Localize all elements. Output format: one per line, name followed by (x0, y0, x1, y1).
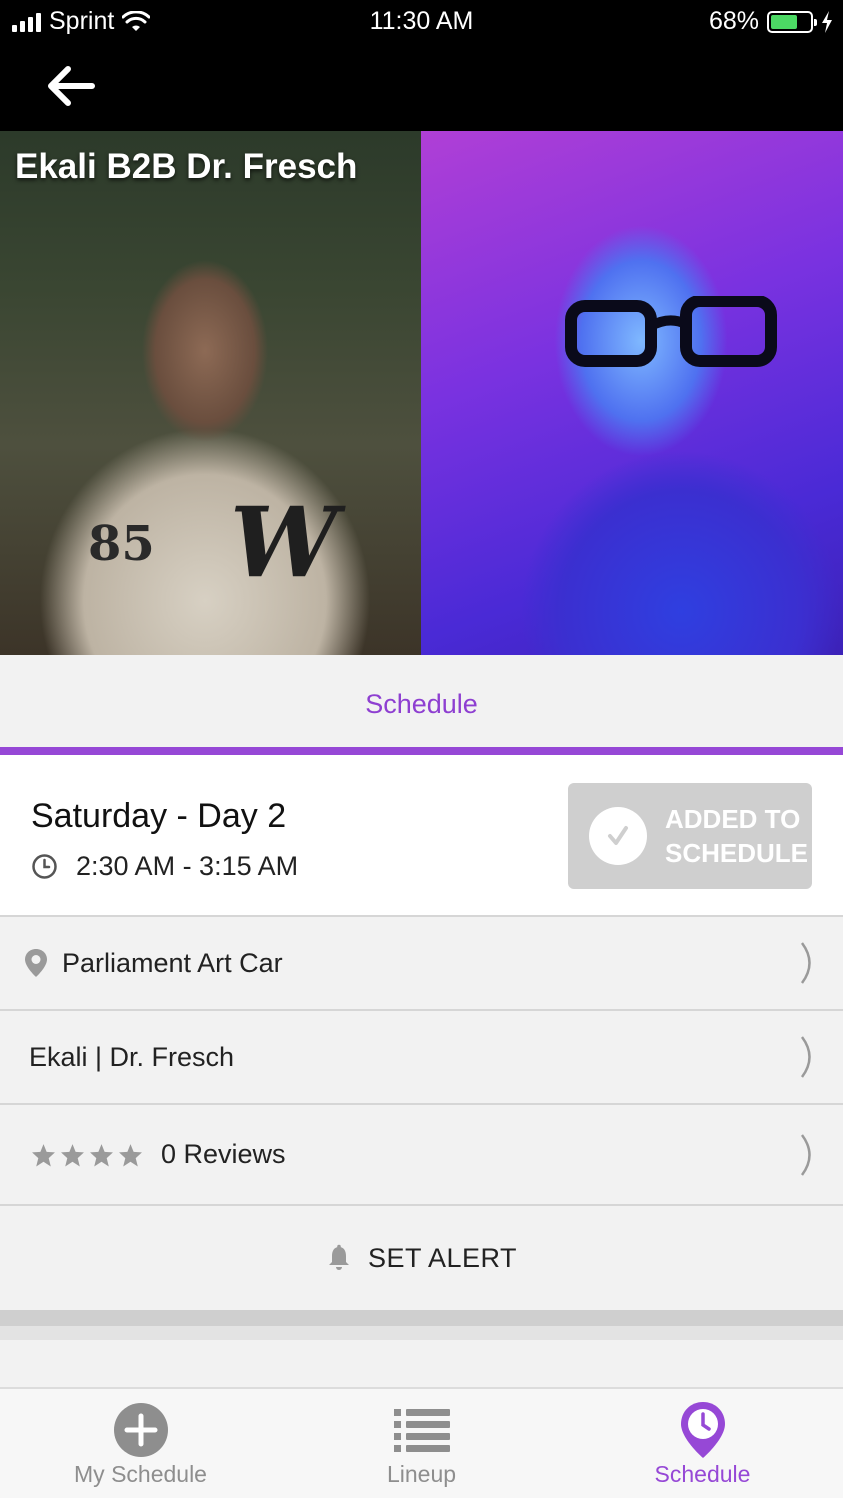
session-day: Saturday - Day 2 (31, 797, 287, 835)
star-rating (31, 1143, 143, 1167)
jersey-letter-graphic: W (230, 486, 338, 599)
set-alert-button[interactable]: SET ALERT (0, 1206, 843, 1310)
glasses-graphic (565, 296, 777, 367)
section-divider (0, 1310, 843, 1326)
content-filler (0, 1340, 843, 1387)
tab-lineup[interactable]: Lineup (281, 1389, 562, 1498)
checkmark-icon (589, 807, 647, 865)
star-icon (119, 1143, 142, 1166)
reviews-row[interactable]: 0 Reviews (0, 1105, 843, 1206)
clock-pin-icon (680, 1401, 726, 1459)
jersey-number-graphic: 85 (88, 516, 155, 572)
tab-active-indicator (0, 747, 843, 755)
plus-circle-icon (113, 1401, 169, 1459)
back-button[interactable] (40, 60, 102, 112)
tab-schedule-nav[interactable]: Schedule (562, 1389, 843, 1498)
charging-bolt-icon (822, 10, 832, 33)
session-time: 2:30 AM - 3:15 AM (76, 851, 299, 881)
chevron-right-icon (800, 942, 811, 984)
venue-name: Parliament Art Car (62, 947, 283, 978)
battery-percent: 68% (708, 7, 759, 35)
star-icon (32, 1143, 55, 1166)
star-icon (61, 1143, 84, 1166)
added-to-schedule-button[interactable]: ADDED TO SCHEDULE (568, 783, 812, 889)
status-bar: Sprint 11:30 AM 68% (0, 0, 843, 44)
tab-lineup-label: Lineup (386, 1461, 457, 1487)
star-icon (90, 1143, 113, 1166)
session-time-row: 2:30 AM - 3:15 AM (31, 851, 298, 882)
tab-schedule[interactable]: Schedule (0, 655, 843, 747)
bottom-tab-bar: My Schedule Lineup Schedule (0, 1387, 843, 1498)
artist-photo-ekali: 85 W (0, 131, 421, 655)
tab-schedule-nav-label: Schedule (654, 1461, 751, 1487)
artist-title: Ekali B2B Dr. Fresch (15, 147, 358, 186)
list-icon (393, 1401, 450, 1459)
section-divider (0, 1326, 843, 1340)
reviews-count: 0 Reviews (161, 1139, 286, 1169)
session-card: Saturday - Day 2 2:30 AM - 3:15 AM ADDED… (0, 755, 843, 917)
battery-icon (767, 10, 817, 33)
tab-my-schedule[interactable]: My Schedule (0, 1389, 281, 1498)
status-right: 68% (709, 7, 833, 36)
set-alert-label: SET ALERT (367, 1242, 518, 1273)
detail-tab-bar: Schedule (0, 655, 843, 755)
chevron-right-icon (800, 1133, 811, 1176)
bell-icon (328, 1244, 349, 1270)
location-pin-icon (25, 949, 47, 977)
artist-photo-dr-fresch (421, 131, 843, 655)
artists-row[interactable]: Ekali | Dr. Fresch (0, 1011, 843, 1105)
tab-my-schedule-label: My Schedule (74, 1461, 207, 1487)
nav-bar (0, 44, 843, 131)
arrow-left-icon (48, 66, 95, 106)
artist-hero-image: 85 W Ekali B2B Dr. Fresch (0, 131, 843, 655)
artists-names: Ekali | Dr. Fresch (29, 1041, 235, 1072)
added-to-schedule-label: ADDED TO SCHEDULE (665, 804, 809, 868)
battery-fill (771, 14, 797, 29)
venue-row[interactable]: Parliament Art Car (0, 917, 843, 1011)
clock-icon (32, 854, 57, 879)
chevron-right-icon (800, 1036, 811, 1078)
